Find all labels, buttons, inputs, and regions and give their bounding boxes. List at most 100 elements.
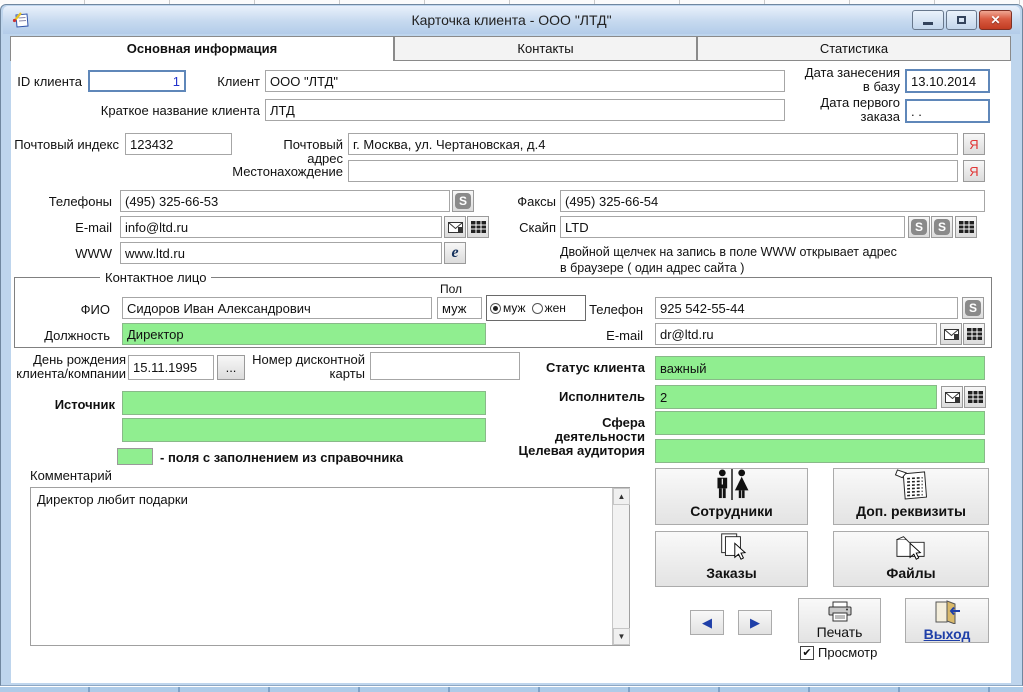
titlebar[interactable]: Карточка клиента - ООО "ЛТД" ✕	[3, 6, 1020, 34]
open-browser-button[interactable]: e	[444, 242, 466, 264]
executor-field[interactable]	[655, 385, 937, 409]
close-icon: ✕	[990, 13, 1001, 27]
folder-cursor-icon	[896, 536, 925, 560]
minimize-icon	[923, 22, 933, 25]
audience-label: Целевая аудитория	[518, 443, 645, 458]
status-field[interactable]	[655, 356, 985, 380]
discount-card-field[interactable]	[370, 352, 520, 380]
birthday-field[interactable]	[128, 355, 214, 380]
send-mail-contact-button[interactable]	[940, 323, 962, 345]
skype-icon: S	[455, 193, 471, 209]
radio-male[interactable]	[490, 302, 501, 314]
comment-scrollbar[interactable]: ▲ ▼	[612, 488, 630, 645]
skype-chat-button[interactable]: S	[908, 216, 930, 238]
client-id-field[interactable]	[88, 70, 186, 92]
email-label: E-mail	[75, 220, 112, 235]
fio-field[interactable]	[122, 297, 432, 319]
sphere-field[interactable]	[655, 411, 985, 435]
email-field[interactable]	[120, 216, 442, 238]
client-field[interactable]	[265, 70, 785, 92]
discount-card-label: Номер дисконтной карты	[252, 352, 365, 381]
mail-icon	[944, 391, 960, 403]
birthday-picker-button[interactable]: ...	[217, 355, 245, 380]
browser-icon: e	[451, 244, 459, 261]
location-field[interactable]	[348, 160, 958, 182]
minimize-button[interactable]	[912, 10, 944, 30]
first-order-date-field[interactable]	[905, 99, 990, 123]
skype-field[interactable]	[560, 216, 905, 238]
position-label: Должность	[44, 328, 110, 343]
contact-email-field[interactable]	[655, 323, 937, 345]
location-label: Местонахождение	[232, 164, 343, 179]
source-field-1[interactable]	[122, 391, 486, 415]
phones-field[interactable]	[120, 190, 450, 212]
employees-button[interactable]: Сотрудники	[655, 468, 808, 525]
mail-icon	[447, 221, 463, 233]
www-field[interactable]	[120, 242, 442, 264]
skype-call-contact-phone-button[interactable]: S	[962, 297, 984, 319]
scroll-up-icon: ▲	[617, 492, 626, 501]
preview-checkbox-row[interactable]: ✔ Просмотр	[800, 645, 877, 660]
www-label: WWW	[75, 246, 112, 261]
www-hint: Двойной щелчек на запись в поле WWW откр…	[560, 245, 897, 275]
skype-call-button[interactable]: S	[452, 190, 474, 212]
exit-button[interactable]: Выход	[905, 598, 989, 643]
radio-female[interactable]	[531, 302, 543, 314]
table-icon	[470, 221, 486, 233]
executor-contact-button[interactable]	[941, 386, 963, 408]
source-field-2[interactable]	[122, 418, 486, 442]
skype-icon: S	[965, 300, 981, 316]
contact-phone-label: Телефон	[589, 302, 643, 317]
postal-address-label: Почтовый адрес	[283, 137, 343, 166]
contact-person-title: Контактное лицо	[100, 270, 212, 285]
email-list-button[interactable]	[467, 216, 489, 238]
maximize-icon	[957, 16, 966, 24]
contact-email-list-button[interactable]	[963, 323, 985, 345]
contact-phone-field[interactable]	[655, 297, 958, 319]
files-button[interactable]: Файлы	[833, 531, 989, 587]
printer-icon	[828, 601, 851, 622]
preview-label: Просмотр	[818, 645, 878, 660]
prev-record-button[interactable]: ◀	[690, 610, 724, 635]
yandex-icon: Я	[969, 136, 979, 152]
skype-call-contact-button[interactable]: S	[931, 216, 953, 238]
postal-code-field[interactable]	[125, 133, 232, 155]
maximize-button[interactable]	[946, 10, 977, 30]
sphere-label: Сфера деятельности	[554, 415, 645, 444]
scroll-up-button[interactable]: ▲	[613, 488, 630, 505]
send-mail-button[interactable]	[444, 216, 466, 238]
table-icon	[966, 328, 982, 340]
scroll-down-button[interactable]: ▼	[613, 628, 630, 645]
close-button[interactable]: ✕	[979, 10, 1012, 30]
postal-address-field[interactable]	[348, 133, 958, 155]
reference-field-swatch	[117, 448, 153, 465]
window-title: Карточка клиента - ООО "ЛТД"	[411, 12, 612, 28]
orders-button[interactable]: Заказы	[655, 531, 808, 587]
tab-contacts[interactable]: Контакты	[394, 36, 697, 61]
comment-label: Комментарий	[30, 468, 112, 483]
tab-statistics[interactable]: Статистика	[697, 36, 1011, 61]
yandex-map-button[interactable]: Я	[963, 133, 985, 155]
status-label: Статус клиента	[545, 360, 645, 375]
faxes-field[interactable]	[560, 190, 985, 212]
comment-textarea[interactable]: Директор любит подарки ▲ ▼	[30, 487, 630, 646]
position-field[interactable]	[122, 323, 486, 345]
date-added-field[interactable]	[905, 69, 990, 93]
tab-main-info[interactable]: Основная информация	[10, 36, 394, 61]
man-woman-icon	[716, 469, 748, 500]
gender-display-field[interactable]	[437, 297, 482, 319]
yandex-map-button-2[interactable]: Я	[963, 160, 985, 182]
next-record-button[interactable]: ▶	[738, 610, 772, 635]
executor-list-button[interactable]	[964, 386, 986, 408]
fio-label: ФИО	[80, 302, 110, 317]
audience-field[interactable]	[655, 439, 985, 463]
short-name-field[interactable]	[265, 99, 785, 121]
check-icon: ✔	[802, 646, 812, 659]
executor-label: Исполнитель	[559, 389, 645, 404]
preview-checkbox[interactable]: ✔	[800, 645, 814, 660]
background-window-bottom	[0, 686, 1023, 692]
skype-list-button[interactable]	[955, 216, 977, 238]
print-button[interactable]: Печать	[798, 598, 881, 643]
document-lines-icon	[894, 469, 928, 500]
additional-requisites-button[interactable]: Доп. реквизиты	[833, 468, 989, 525]
